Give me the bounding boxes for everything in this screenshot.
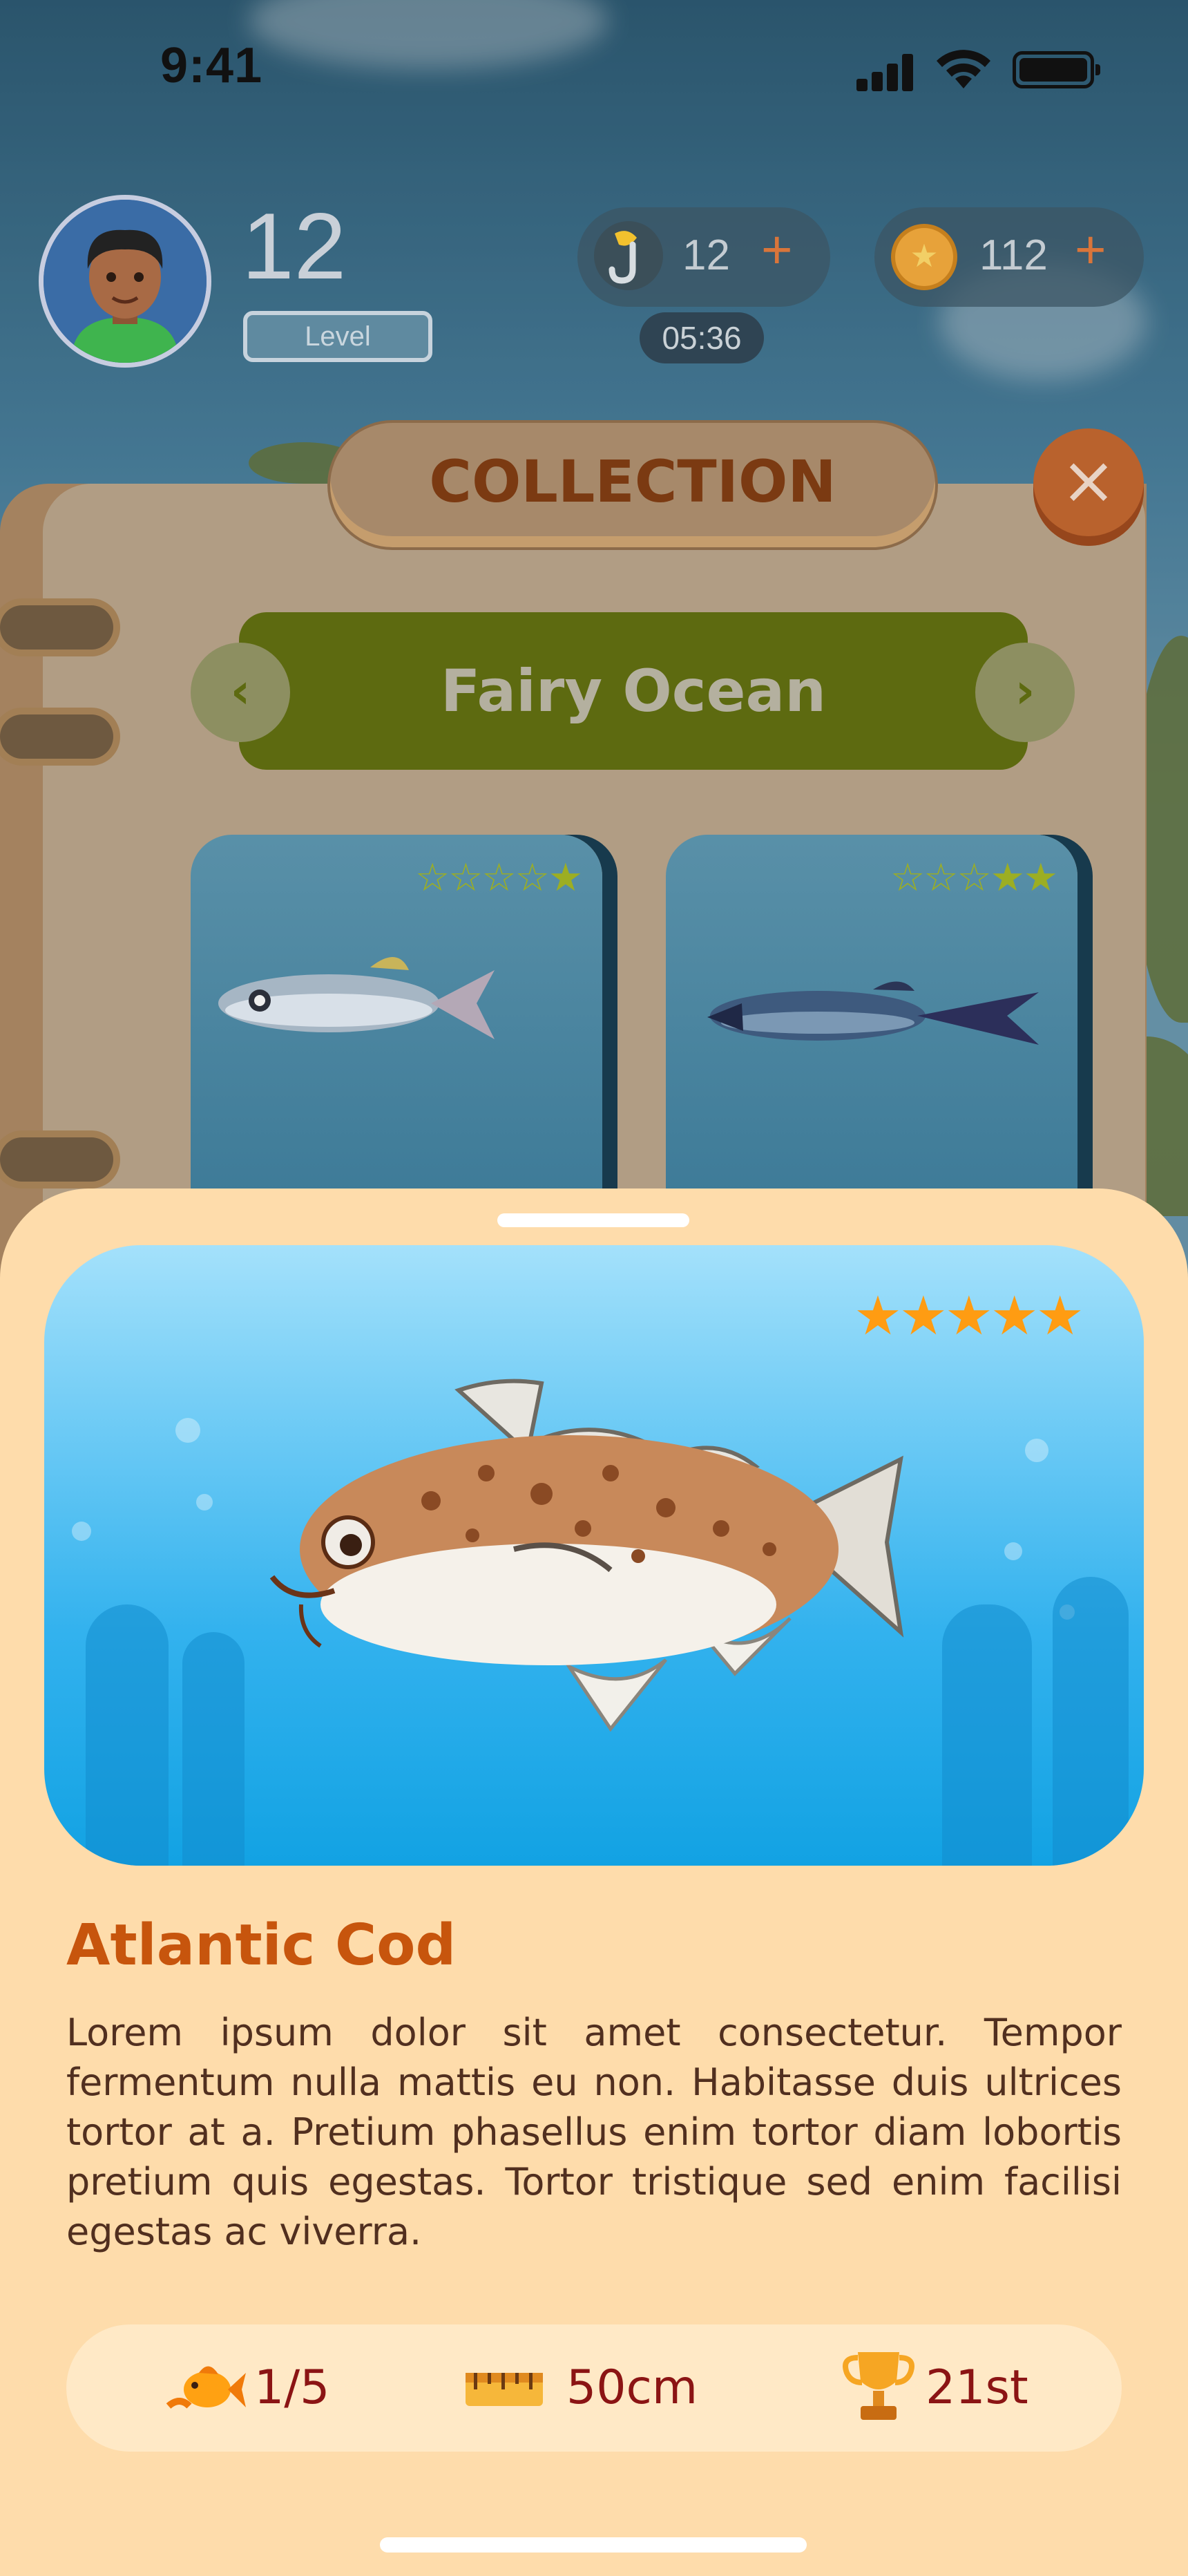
fish-card-image xyxy=(707,981,1039,1045)
cellular-signal-icon xyxy=(856,50,919,91)
region-selector: Fairy Ocean xyxy=(239,612,1028,770)
book-ring xyxy=(0,1137,113,1182)
collection-title-banner: COLLECTION xyxy=(327,420,938,550)
fish-card-image xyxy=(218,956,495,1039)
goldfish-icon xyxy=(166,2366,246,2409)
prev-region-button[interactable]: ‹ xyxy=(191,643,290,742)
coin-count: 112 xyxy=(979,231,1048,279)
home-indicator[interactable] xyxy=(380,2537,807,2553)
fish-stats-bar: 1/5 50cm 21st xyxy=(66,2324,1122,2452)
stat-caught-value: 1/5 xyxy=(254,2360,330,2415)
player-level: 12 xyxy=(242,193,347,299)
stat-rank-value: 21st xyxy=(926,2360,1028,2415)
fish-description: Lorem ipsum dolor sit amet consectetur. … xyxy=(66,2011,1122,2253)
level-label: Level xyxy=(243,311,432,362)
bait-refill-timer: 05:36 xyxy=(640,312,764,363)
fish-name: Atlantic Cod xyxy=(66,1913,457,1978)
status-bar: 9:41 xyxy=(0,0,1188,138)
status-time: 9:41 xyxy=(160,38,263,93)
fish-rating: ★★★★★ xyxy=(854,1285,1084,1347)
next-region-button[interactable]: › xyxy=(975,643,1075,742)
book-ring xyxy=(0,605,113,650)
ruler-icon xyxy=(466,2373,543,2406)
player-avatar[interactable] xyxy=(39,195,211,368)
add-coins-button[interactable]: + xyxy=(1075,222,1106,276)
coin-icon: ★ xyxy=(891,224,957,290)
wifi-icon xyxy=(937,50,990,88)
coin-counter: ★ 112 + xyxy=(874,207,1144,307)
battery-icon xyxy=(1013,51,1100,88)
close-icon: × xyxy=(1060,442,1117,519)
collection-title: COLLECTION xyxy=(429,448,836,515)
sheet-drag-handle[interactable] xyxy=(497,1213,689,1227)
region-name: Fairy Ocean xyxy=(440,657,827,725)
bait-count: 12 xyxy=(682,231,730,279)
add-bait-button[interactable]: + xyxy=(761,222,793,276)
fish-card[interactable]: ☆☆☆☆★ xyxy=(191,835,602,1194)
bait-counter: 12 + xyxy=(577,207,830,307)
trophy-icon xyxy=(843,2352,914,2420)
hook-icon xyxy=(594,221,663,290)
close-button[interactable]: × xyxy=(1033,428,1144,546)
book-ring xyxy=(0,714,113,759)
stat-size-value: 50cm xyxy=(566,2360,698,2415)
fish-card[interactable]: ☆☆☆★★ xyxy=(666,835,1077,1194)
